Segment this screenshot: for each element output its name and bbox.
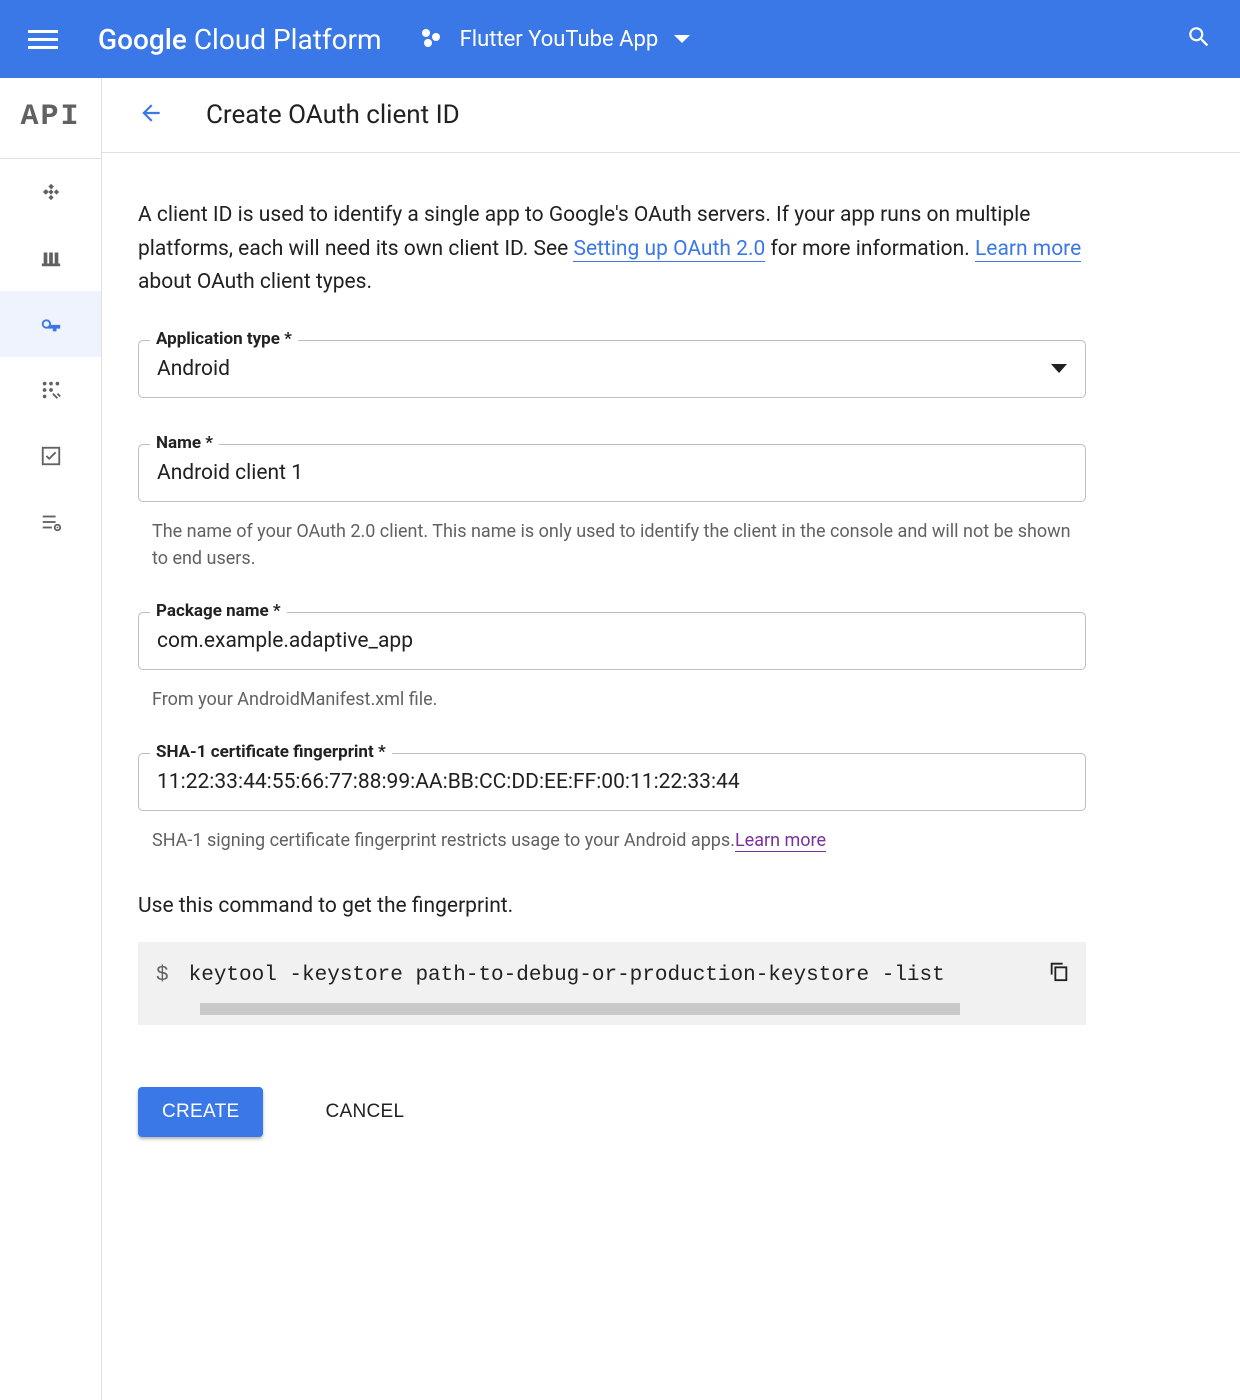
- sha1-field: SHA-1 certificate fingerprint *: [138, 753, 1086, 811]
- code-scrollbar[interactable]: [200, 1003, 960, 1015]
- page-title: Create OAuth client ID: [206, 100, 460, 130]
- application-type-label: Application type *: [150, 329, 298, 349]
- sidebar-item-page-usage[interactable]: [0, 489, 101, 555]
- sidebar-item-dashboard[interactable]: [0, 159, 101, 225]
- project-name: Flutter YouTube App: [460, 27, 659, 52]
- chevron-down-icon: [1051, 364, 1067, 373]
- key-icon: [40, 313, 62, 335]
- project-selector[interactable]: Flutter YouTube App: [422, 27, 691, 52]
- name-helper: The name of your OAuth 2.0 client. This …: [152, 518, 1086, 572]
- package-helper: From your AndroidManifest.xml file.: [152, 686, 1086, 713]
- learn-more-types-link[interactable]: Learn more: [975, 237, 1081, 262]
- platform-logo[interactable]: Google Cloud Platform: [98, 23, 382, 56]
- check-icon: [40, 445, 62, 467]
- dashboard-icon: [40, 181, 62, 203]
- back-arrow-icon[interactable]: [138, 100, 164, 130]
- command-text: keytool -keystore path-to-debug-or-produ…: [189, 964, 959, 987]
- package-name-label: Package name *: [150, 601, 287, 621]
- sidebar-item-consent[interactable]: [0, 357, 101, 423]
- library-icon: [40, 247, 62, 269]
- package-name-input[interactable]: [157, 629, 1067, 653]
- sha1-helper: SHA-1 signing certificate fingerprint re…: [152, 827, 1086, 854]
- application-type-field: Application type * Android: [138, 340, 1086, 398]
- command-block: $ keytool -keystore path-to-debug-or-prod…: [138, 942, 1086, 1025]
- sidebar-item-verification[interactable]: [0, 423, 101, 489]
- dropdown-triangle-icon: [674, 35, 690, 43]
- package-name-field: Package name *: [138, 612, 1086, 670]
- search-icon[interactable]: [1186, 24, 1212, 54]
- sidebar: API: [0, 78, 102, 1400]
- create-button[interactable]: CREATE: [138, 1087, 263, 1137]
- consent-icon: [40, 379, 62, 401]
- name-label: Name *: [150, 433, 219, 453]
- copy-icon[interactable]: [1048, 960, 1070, 989]
- page-header: Create OAuth client ID: [102, 78, 1240, 153]
- project-dots-icon: [422, 29, 442, 49]
- sidebar-item-library[interactable]: [0, 225, 101, 291]
- api-section-label: API: [20, 78, 80, 158]
- sidebar-item-credentials[interactable]: [0, 291, 101, 357]
- sha1-label: SHA-1 certificate fingerprint *: [150, 742, 392, 762]
- settings-list-icon: [40, 511, 62, 533]
- sha1-input[interactable]: [157, 770, 1067, 794]
- command-instruction: Use this command to get the fingerprint.: [138, 894, 1086, 918]
- menu-icon[interactable]: [28, 24, 58, 54]
- intro-paragraph: A client ID is used to identify a single…: [138, 199, 1086, 300]
- cancel-button[interactable]: CANCEL: [301, 1087, 428, 1137]
- app-header: Google Cloud Platform Flutter YouTube Ap…: [0, 0, 1240, 78]
- command-prompt: $: [156, 964, 169, 987]
- name-field: Name *: [138, 444, 1086, 502]
- name-input[interactable]: [157, 461, 1067, 485]
- setup-oauth-link[interactable]: Setting up OAuth 2.0: [573, 237, 765, 262]
- sha1-learn-more-link[interactable]: Learn more: [735, 830, 826, 852]
